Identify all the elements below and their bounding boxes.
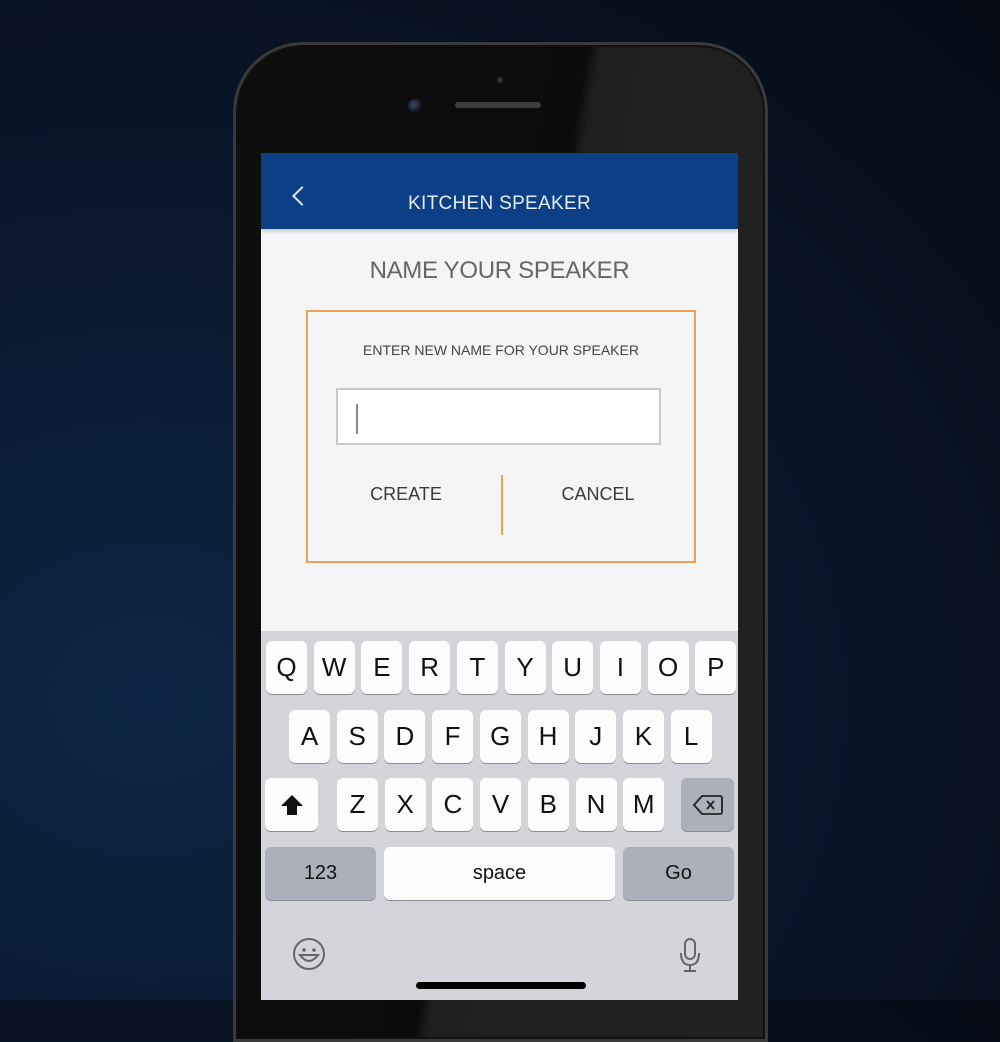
key-e[interactable]: E [361,641,403,694]
key-h[interactable]: H [527,710,569,763]
backspace-icon [692,794,723,815]
home-indicator[interactable] [416,982,586,989]
key-q[interactable]: Q [266,641,307,694]
space-key[interactable]: space [384,847,615,900]
rename-dialog: ENTER NEW NAME FOR YOUR SPEAKER CREATE C… [306,310,696,563]
backspace-key[interactable] [681,778,734,831]
shift-icon [280,794,303,815]
key-v[interactable]: V [480,778,522,831]
keyboard: 123 space Go QWERTYUIOP ASDFGHJKL ZXCVBNM [261,631,738,1000]
key-p[interactable]: P [695,641,737,694]
key-f[interactable]: F [432,710,474,763]
page-title: NAME YOUR SPEAKER [369,257,630,284]
emoji-icon[interactable] [292,937,326,971]
key-o[interactable]: O [647,641,689,694]
key-i[interactable]: I [599,641,641,694]
create-button[interactable]: CREATE [316,484,496,505]
key-u[interactable]: U [552,641,594,694]
nav-title: KITCHEN SPEAKER [408,193,591,214]
key-z[interactable]: Z [337,778,378,831]
earpiece-speaker [455,102,541,108]
button-divider [501,475,503,535]
key-j[interactable]: J [575,710,617,763]
proximity-sensor [497,77,503,83]
go-key[interactable]: Go [623,847,734,900]
key-s[interactable]: S [336,710,378,763]
key-m[interactable]: M [623,778,665,831]
front-camera [408,99,422,113]
key-r[interactable]: R [409,641,451,694]
navbar: KITCHEN SPEAKER [261,153,738,229]
key-t[interactable]: T [456,641,498,694]
numbers-key[interactable]: 123 [265,847,376,900]
key-w[interactable]: W [313,641,355,694]
dialog-label: ENTER NEW NAME FOR YOUR SPEAKER [363,342,639,358]
microphone-icon[interactable] [679,937,701,973]
key-k[interactable]: K [622,710,664,763]
key-b[interactable]: B [527,778,569,831]
key-l[interactable]: L [670,710,712,763]
key-g[interactable]: G [479,710,521,763]
shift-key[interactable] [265,778,318,831]
key-y[interactable]: Y [504,641,546,694]
key-d[interactable]: D [384,710,426,763]
cancel-button[interactable]: CANCEL [508,484,688,505]
key-n[interactable]: N [575,778,617,831]
key-c[interactable]: C [432,778,474,831]
key-x[interactable]: X [384,778,426,831]
speaker-name-input[interactable] [336,388,661,445]
screen: KITCHEN SPEAKER NAME YOUR SPEAKER ENTER … [261,153,738,1000]
text-caret [356,404,358,434]
key-a[interactable]: A [289,710,330,763]
